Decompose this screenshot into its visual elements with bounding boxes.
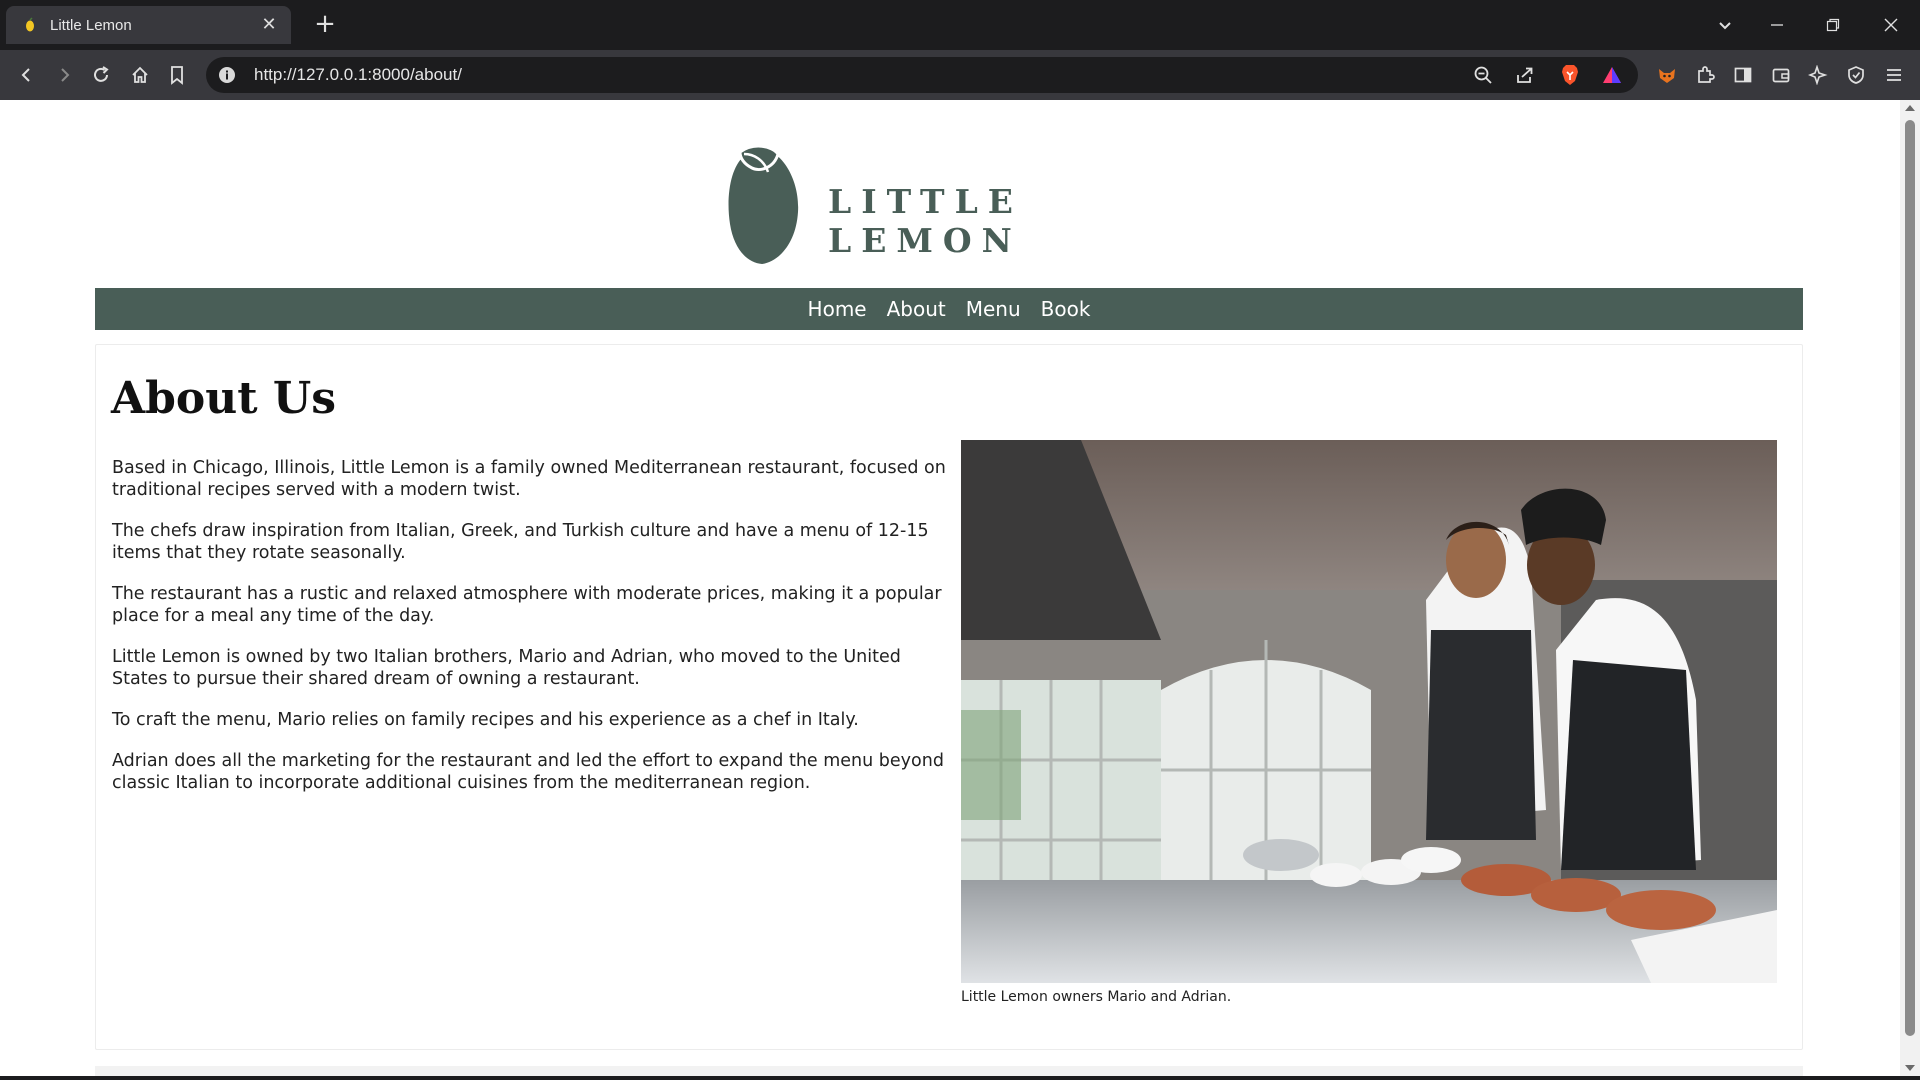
- tab-bar: Little Lemon ✕ +: [0, 0, 1920, 50]
- window-bottom-edge: [0, 1076, 1920, 1080]
- about-paragraph: Based in Chicago, Illinois, Little Lemon…: [112, 458, 946, 500]
- about-paragraph: The restaurant has a rustic and relaxed …: [112, 584, 942, 626]
- home-icon[interactable]: [125, 60, 155, 90]
- main-menu-icon[interactable]: [1879, 60, 1909, 90]
- close-window-icon[interactable]: [1864, 0, 1918, 50]
- minimize-window-icon[interactable]: [1750, 0, 1804, 50]
- tab-list-chevron-down-icon[interactable]: [1698, 0, 1752, 50]
- url-text[interactable]: http://127.0.0.1:8000/about/: [254, 57, 462, 93]
- close-tab-icon[interactable]: ✕: [259, 15, 279, 35]
- lemon-favicon-icon: [26, 17, 34, 32]
- address-bar[interactable]: http://127.0.0.1:8000/about/: [206, 57, 1638, 93]
- owners-figure: Little Lemon owners Mario and Adrian.: [961, 440, 1777, 1005]
- forward-icon[interactable]: [49, 60, 79, 90]
- page-scrollbar[interactable]: [1900, 100, 1920, 1076]
- scrollbar-thumb[interactable]: [1905, 120, 1915, 1036]
- vpn-shield-icon[interactable]: [1841, 60, 1871, 90]
- zoom-out-icon[interactable]: [1468, 60, 1498, 90]
- browser-toolbar: http://127.0.0.1:8000/about/: [0, 50, 1920, 100]
- main-nav: Home About Menu Book: [95, 288, 1803, 330]
- brave-rewards-icon[interactable]: [1597, 60, 1627, 90]
- nav-about-link[interactable]: About: [877, 297, 956, 321]
- about-paragraph: Little Lemon is owned by two Italian bro…: [112, 647, 901, 689]
- extension-fox-icon[interactable]: [1652, 60, 1682, 90]
- photo-caption: Little Lemon owners Mario and Adrian.: [961, 989, 1232, 1005]
- bookmark-icon[interactable]: [162, 60, 192, 90]
- about-paragraph: Adrian does all the marketing for the re…: [112, 751, 944, 793]
- wallet-icon[interactable]: [1766, 60, 1796, 90]
- about-paragraph: To craft the menu, Mario relies on famil…: [112, 710, 859, 730]
- back-icon[interactable]: [12, 60, 42, 90]
- share-icon[interactable]: [1510, 60, 1540, 90]
- about-text: Based in Chicago, Illinois, Little Lemon…: [112, 457, 952, 813]
- scroll-up-arrow-icon[interactable]: [1905, 105, 1915, 111]
- tab-title: Little Lemon: [50, 16, 132, 34]
- about-section: About Us Based in Chicago, Illinois, Lit…: [95, 344, 1803, 1050]
- extensions-puzzle-icon[interactable]: [1690, 60, 1720, 90]
- site-header: LITTLE LEMON: [0, 140, 1900, 266]
- page-title: About Us: [111, 373, 337, 424]
- nav-book-link[interactable]: Book: [1031, 297, 1101, 321]
- about-paragraph: The chefs draw inspiration from Italian,…: [112, 521, 929, 563]
- restore-window-icon[interactable]: [1806, 0, 1860, 50]
- reload-icon[interactable]: [86, 60, 116, 90]
- lemon-logo-icon: [728, 144, 799, 264]
- owners-photo: [961, 440, 1777, 983]
- nav-menu-link[interactable]: Menu: [956, 297, 1031, 321]
- page-viewport: LITTLE LEMON Home About Menu Book About …: [0, 100, 1900, 1076]
- browser-tab[interactable]: Little Lemon ✕: [6, 6, 291, 44]
- footer-strip: [95, 1066, 1803, 1076]
- new-tab-icon[interactable]: +: [312, 11, 338, 38]
- little-lemon-logo[interactable]: LITTLE LEMON: [720, 140, 1170, 266]
- brave-shields-icon[interactable]: [1555, 60, 1585, 90]
- leo-ai-icon[interactable]: [1803, 60, 1833, 90]
- logo-wordmark: LITTLE LEMON: [828, 182, 1023, 260]
- sidebar-toggle-icon[interactable]: [1728, 60, 1758, 90]
- nav-home-link[interactable]: Home: [798, 297, 877, 321]
- site-info-icon[interactable]: [218, 66, 236, 84]
- scroll-down-arrow-icon[interactable]: [1905, 1065, 1915, 1071]
